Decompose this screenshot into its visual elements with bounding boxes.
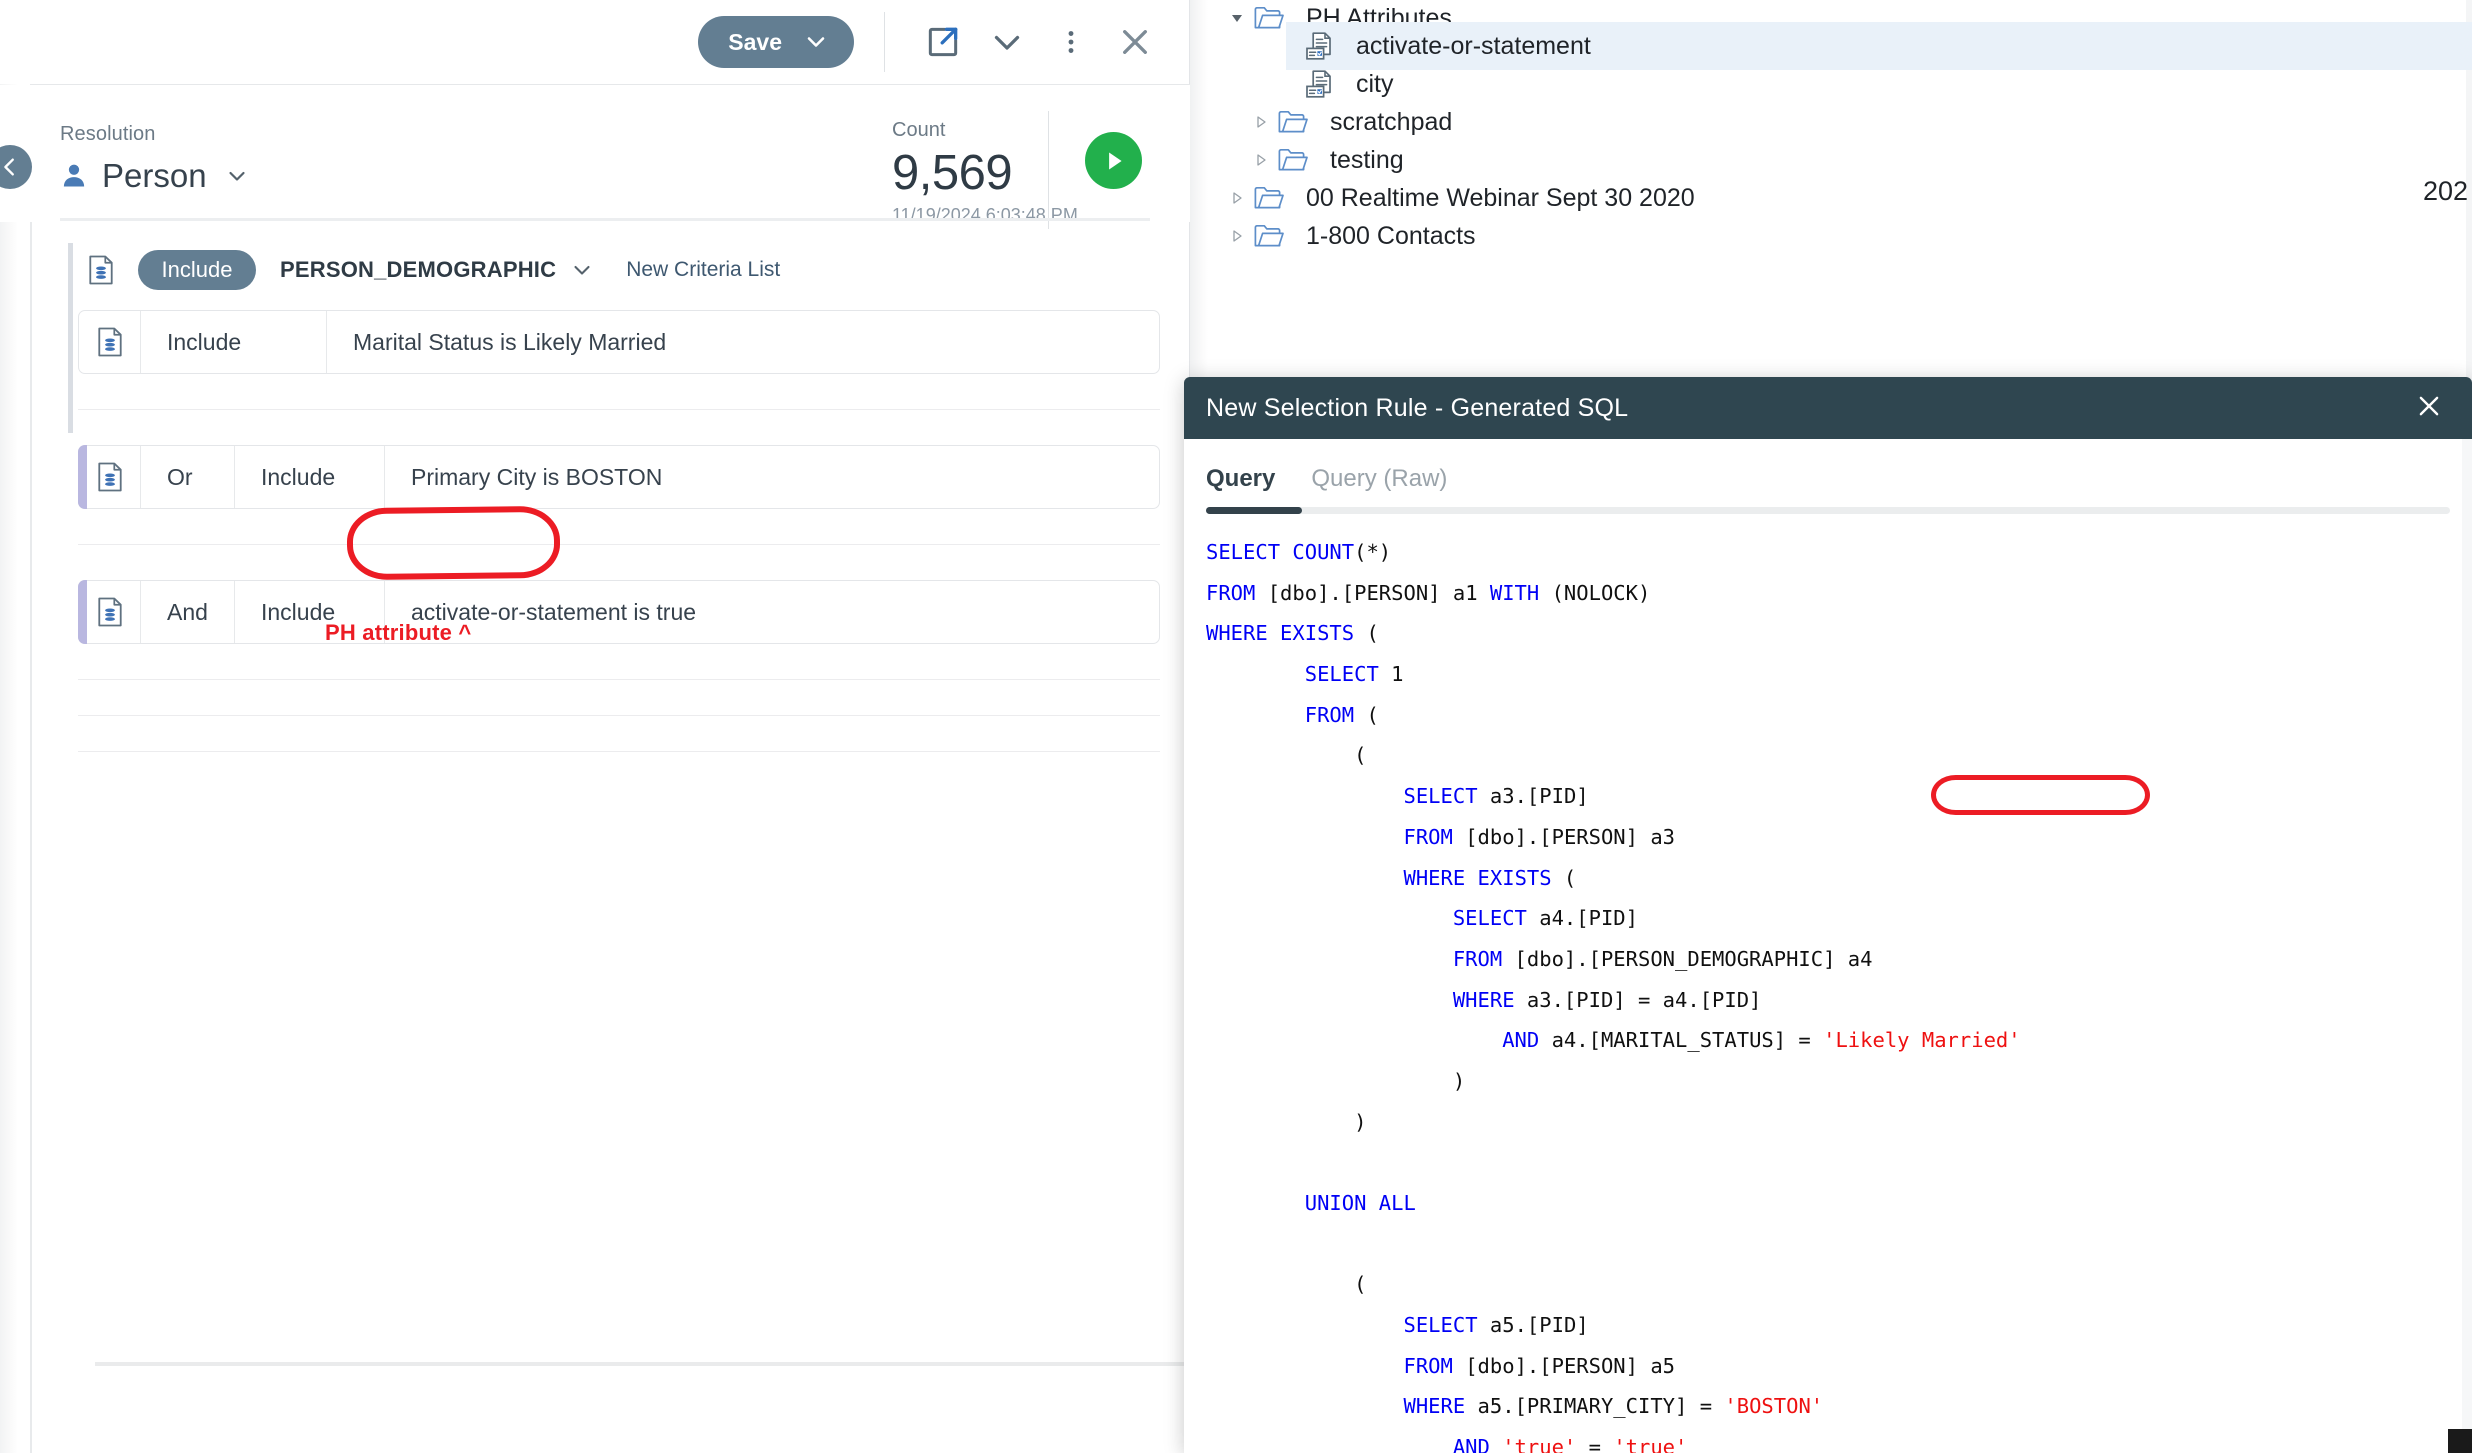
dialog-tabs: Query Query (Raw) — [1184, 439, 2472, 507]
save-button[interactable]: Save — [698, 16, 854, 68]
folder-icon — [1278, 147, 1318, 173]
table-name: PERSON_DEMOGRAPHIC — [280, 257, 557, 282]
resolution-label: Resolution — [60, 123, 156, 145]
save-button-label: Save — [728, 28, 782, 55]
row-dataset-icon-cell — [79, 581, 141, 643]
folder-icon — [1278, 109, 1318, 135]
tree-item-label: city — [1356, 69, 1394, 98]
row-expression[interactable]: Primary City is BOSTON — [385, 446, 1159, 508]
tab-query[interactable]: Query — [1206, 465, 1275, 507]
clipped-year-text: 202 — [2422, 176, 2468, 206]
tab-indicator-track — [1206, 507, 2450, 514]
sql-code-block[interactable]: SELECT COUNT(*) FROM [dbo].[PERSON] a1 W… — [1206, 532, 2450, 1453]
row-separator — [78, 409, 1160, 410]
tree-item-label: activate-or-statement — [1356, 31, 1591, 60]
row-separator — [78, 679, 1160, 680]
generated-sql-dialog: New Selection Rule - Generated SQL Query… — [1184, 377, 2472, 1453]
tree-item-label: 1-800 Contacts — [1306, 221, 1476, 250]
export-icon[interactable] — [920, 16, 966, 68]
tab-indicator-thumb — [1206, 507, 1302, 514]
folder-icon — [1254, 223, 1294, 249]
row-expression[interactable]: Marital Status is Likely Married — [327, 311, 1159, 373]
criteria-group: Include PERSON_DEMOGRAPHIC New Criteria … — [60, 239, 1160, 433]
count-timestamp: 11/19/2024 6:03:48 PM — [892, 205, 1078, 226]
row-expression[interactable]: activate-or-statement is true — [385, 581, 1159, 643]
chevron-down-icon — [574, 265, 590, 275]
row-separator — [78, 751, 1160, 752]
close-icon[interactable] — [1112, 16, 1158, 68]
row-separator — [78, 715, 1160, 716]
attribute-form-icon — [1304, 31, 1344, 61]
editor-toolbar: Save — [0, 0, 1189, 84]
tree-item-label: 00 Realtime Webinar Sept 30 2020 — [1306, 183, 1695, 212]
sidebar-item-1-800-contacts[interactable]: 1-800 Contacts — [1220, 212, 2464, 260]
count-divider — [1048, 111, 1049, 229]
close-icon[interactable] — [2408, 391, 2450, 426]
count-value: 9,569 — [892, 146, 1013, 200]
row-separator — [78, 544, 1160, 545]
chevron-down-icon[interactable] — [984, 16, 1030, 68]
criteria-row-list: Include Marital Status is Likely Married… — [78, 310, 1160, 787]
sql-viewer: SELECT COUNT(*) FROM [dbo].[PERSON] a1 W… — [1184, 514, 2472, 1453]
attribute-form-icon — [1304, 69, 1344, 99]
expand-caret-right-icon[interactable] — [1244, 114, 1278, 130]
criteria-group-accent — [68, 243, 73, 433]
chevron-down-icon — [807, 37, 825, 47]
toolbar-divider — [884, 12, 885, 72]
corner-marker — [2448, 1429, 2472, 1453]
new-criteria-list-link[interactable]: New Criteria List — [626, 258, 780, 282]
screen-root: Save Resolution Person Count 9,569 11/19… — [0, 0, 2472, 1453]
tab-query-raw[interactable]: Query (Raw) — [1311, 465, 1447, 507]
panel-bottom-rule — [95, 1362, 1190, 1366]
dialog-scrollbar[interactable] — [2462, 439, 2472, 1453]
row-conjunction[interactable]: Or — [141, 446, 235, 508]
row-mode[interactable]: Include — [141, 311, 327, 373]
row-dataset-icon-cell — [79, 311, 141, 373]
dataset-document-icon — [97, 327, 122, 357]
expand-caret-right-icon[interactable] — [1244, 152, 1278, 168]
row-dataset-icon-cell — [79, 446, 141, 508]
rule-header: Resolution Person Count 9,569 11/19/2024… — [0, 85, 1190, 229]
expand-caret-right-icon[interactable] — [1220, 228, 1254, 244]
dataset-document-icon — [97, 597, 122, 627]
tree-item-label: scratchpad — [1330, 107, 1453, 136]
count-label: Count — [892, 119, 946, 141]
header-divider — [60, 218, 1150, 221]
table-selector[interactable]: PERSON_DEMOGRAPHIC — [280, 257, 594, 283]
dialog-title: New Selection Rule - Generated SQL — [1206, 393, 1629, 422]
table-row[interactable]: And Include activate-or-statement is tru… — [78, 580, 1160, 644]
resolution-selector[interactable]: Person — [60, 157, 249, 195]
play-icon — [1108, 152, 1122, 169]
count-summary: Count 9,569 11/19/2024 6:03:48 PM — [892, 119, 1102, 226]
resolution-value: Person — [102, 157, 207, 194]
expand-caret-right-icon[interactable] — [1220, 190, 1254, 206]
folder-icon — [1254, 185, 1294, 211]
table-row[interactable]: Or Include Primary City is BOSTON — [78, 445, 1160, 509]
more-vertical-icon[interactable] — [1048, 16, 1094, 68]
row-mode[interactable]: Include — [235, 446, 385, 508]
dialog-header: New Selection Rule - Generated SQL — [1184, 377, 2472, 439]
chevron-down-icon — [228, 171, 245, 181]
tree-item-label: testing — [1330, 145, 1404, 174]
expand-collapse-caret-down-icon[interactable] — [1220, 10, 1254, 26]
group-include-label: Include — [161, 257, 233, 282]
run-count-button[interactable] — [1085, 132, 1142, 189]
criteria-group-header: Include PERSON_DEMOGRAPHIC New Criteria … — [60, 239, 1160, 301]
person-icon — [63, 164, 85, 187]
table-row[interactable]: Include Marital Status is Likely Married — [78, 310, 1160, 374]
dataset-document-icon — [89, 255, 113, 285]
group-include-toggle[interactable]: Include — [138, 250, 256, 290]
selection-rule-editor-panel: Save Resolution Person Count 9,569 11/19… — [0, 0, 1190, 1453]
chevron-left-icon — [4, 158, 14, 176]
dataset-document-icon — [97, 462, 122, 492]
row-conjunction[interactable]: And — [141, 581, 235, 643]
annotation-ph-attribute-note: PH attribute ^ — [325, 620, 472, 645]
